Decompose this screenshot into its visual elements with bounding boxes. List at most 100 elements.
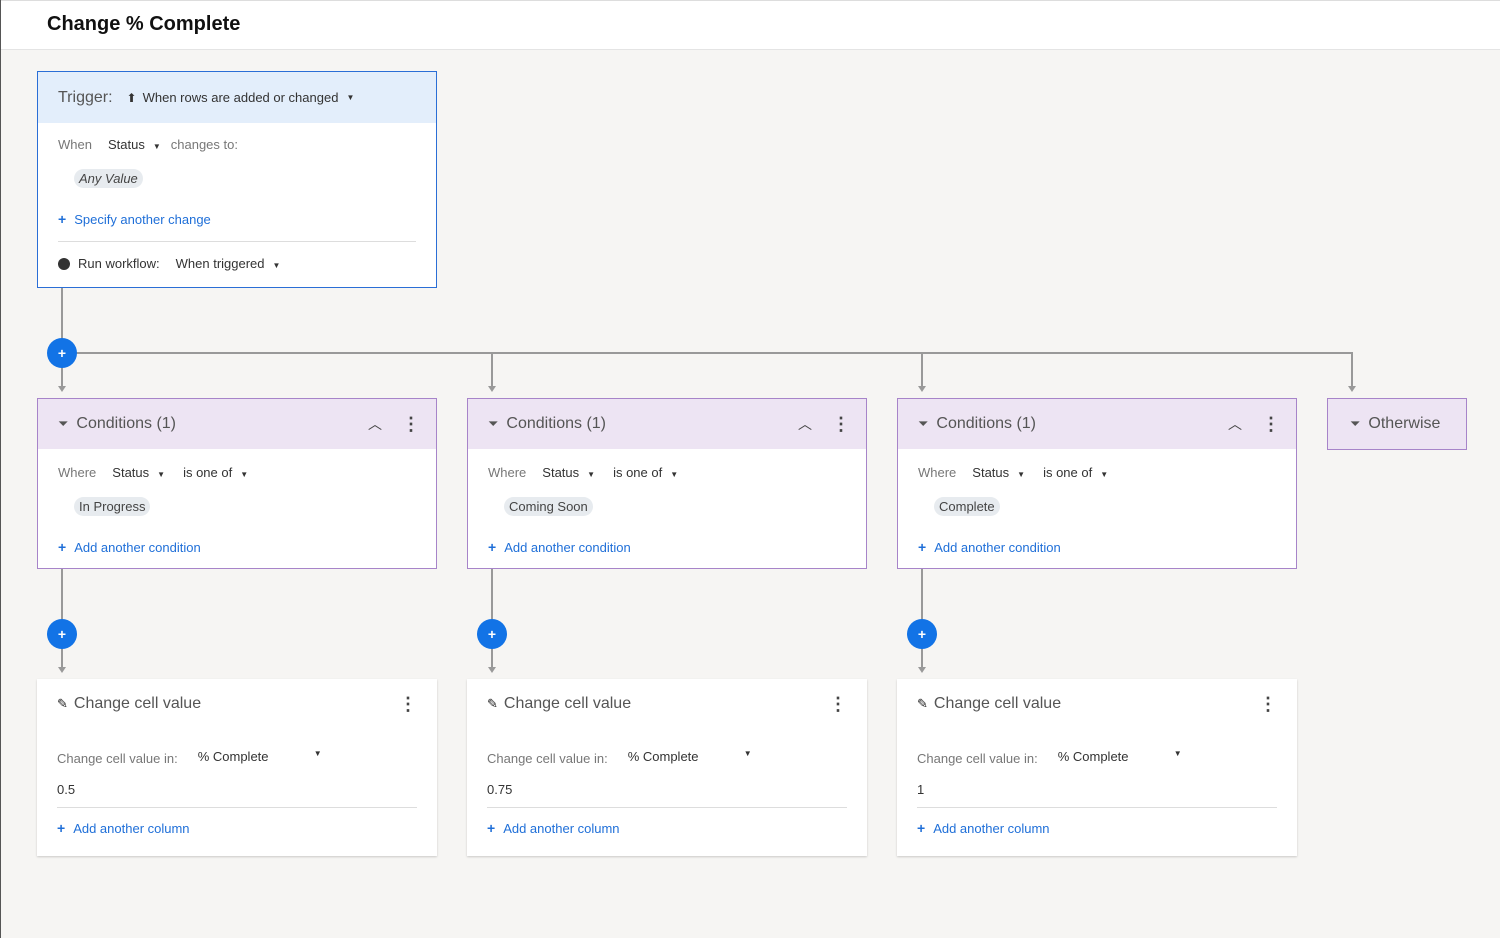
add-condition-link[interactable]: + Add another condition: [58, 539, 201, 555]
more-options-icon[interactable]: ⋮: [1259, 695, 1277, 713]
caret-down-icon: ▼: [346, 93, 355, 102]
value-chip[interactable]: In Progress: [74, 497, 151, 516]
add-column-link[interactable]: + Add another column: [917, 820, 1050, 836]
add-step-button[interactable]: +: [47, 338, 77, 368]
add-step-button[interactable]: +: [47, 619, 77, 649]
page-title: Change % Complete: [47, 13, 241, 35]
add-condition-link[interactable]: + Add another condition: [488, 539, 631, 555]
caret-down-icon: ▼: [743, 749, 752, 758]
change-in-label: Change cell value in:: [57, 751, 178, 766]
operator-dropdown[interactable]: is one of ▼: [1043, 465, 1108, 480]
changes-to-label: changes to:: [170, 137, 238, 152]
change-in-label: Change cell value in:: [917, 751, 1038, 766]
conditions-header: ⏷ Conditions (1) ︿ ⋮: [468, 399, 866, 449]
caret-down-icon: ▼: [152, 142, 161, 151]
plus-icon: +: [57, 820, 66, 836]
value-chip[interactable]: Complete: [934, 497, 1000, 516]
filter-icon: ⏷: [58, 416, 69, 431]
connector-line: [1351, 352, 1353, 388]
conditions-header: ⏷ Conditions (1) ︿ ⋮: [38, 399, 436, 449]
column-value: % Complete: [197, 749, 269, 764]
caret-down-icon: ▼: [1017, 470, 1026, 479]
divider: [58, 241, 416, 242]
action-title: Change cell value: [933, 695, 1062, 712]
connector-line: [491, 352, 493, 388]
rows-changed-icon: ⬆: [126, 90, 137, 105]
divider: [57, 807, 417, 808]
more-options-icon[interactable]: ⋮: [399, 695, 417, 713]
arrow-down-icon: [918, 386, 926, 392]
collapse-icon[interactable]: ︿: [798, 414, 812, 434]
field-dropdown[interactable]: Status ▼: [108, 137, 161, 152]
conditions-title: Conditions (1): [936, 415, 1037, 432]
column-dropdown[interactable]: % Complete ▼: [1058, 749, 1182, 764]
change-cell-card: ✎ Change cell value ⋮ Change cell value …: [37, 679, 437, 856]
column-value: % Complete: [1057, 749, 1129, 764]
specify-change-link[interactable]: + Specify another change: [58, 211, 211, 227]
conditions-card: ⏷ Conditions (1) ︿ ⋮ Where Status ▼ is one…: [897, 398, 1297, 569]
run-workflow-value: When triggered: [175, 256, 265, 271]
conditions-header: ⏷ Conditions (1) ︿ ⋮: [898, 399, 1296, 449]
caret-down-icon: ▼: [587, 470, 596, 479]
collapse-icon[interactable]: ︿: [368, 414, 382, 434]
plus-icon: +: [488, 539, 497, 555]
conditions-title: Conditions (1): [76, 415, 177, 432]
collapse-icon[interactable]: ︿: [1228, 414, 1242, 434]
more-options-icon[interactable]: ⋮: [1262, 415, 1280, 433]
column-value: % Complete: [627, 749, 699, 764]
trigger-type-dropdown[interactable]: ⬆ When rows are added or changed ▼: [127, 90, 355, 105]
add-step-button[interactable]: +: [907, 619, 937, 649]
add-column-label: Add another column: [503, 820, 620, 836]
pencil-icon: ✎: [917, 696, 928, 711]
arrow-down-icon: [58, 386, 66, 392]
page-header: Change % Complete: [1, 0, 1500, 50]
add-column-link[interactable]: + Add another column: [57, 820, 190, 836]
where-label: Where: [58, 465, 97, 480]
trigger-card: Trigger: ⬆ When rows are added or change…: [37, 71, 437, 288]
action-title: Change cell value: [73, 695, 202, 712]
operator-value: is one of: [1043, 465, 1093, 480]
operator-dropdown[interactable]: is one of ▼: [613, 465, 678, 480]
field-value: Status: [542, 465, 580, 480]
filter-icon: ⏷: [918, 416, 929, 431]
add-column-label: Add another column: [933, 820, 1050, 836]
add-step-button[interactable]: +: [477, 619, 507, 649]
cell-value-input[interactable]: 1: [917, 782, 924, 797]
arrow-down-icon: [488, 667, 496, 673]
field-dropdown[interactable]: Status ▼: [972, 465, 1025, 480]
more-options-icon[interactable]: ⋮: [829, 695, 847, 713]
trigger-label: Trigger:: [58, 88, 113, 106]
more-options-icon[interactable]: ⋮: [832, 415, 850, 433]
operator-dropdown[interactable]: is one of ▼: [183, 465, 248, 480]
plus-icon: +: [58, 539, 67, 555]
field-dropdown[interactable]: Status ▼: [542, 465, 595, 480]
add-condition-link[interactable]: + Add another condition: [918, 539, 1061, 555]
pencil-icon: ✎: [57, 696, 68, 711]
field-dropdown[interactable]: Status ▼: [112, 465, 165, 480]
operator-value: is one of: [613, 465, 663, 480]
column-dropdown[interactable]: % Complete ▼: [198, 749, 322, 764]
value-chip[interactable]: Any Value: [74, 169, 143, 188]
caret-down-icon: ▼: [670, 470, 679, 479]
when-label: When: [58, 137, 92, 152]
caret-down-icon: ▼: [272, 261, 281, 270]
add-column-link[interactable]: + Add another column: [487, 820, 620, 836]
change-cell-card: ✎ Change cell value ⋮ Change cell value …: [897, 679, 1297, 856]
otherwise-card[interactable]: ⏷ Otherwise: [1327, 398, 1467, 450]
conditions-card: ⏷ Conditions (1) ︿ ⋮ Where Status ▼ is one…: [467, 398, 867, 569]
cell-value-input[interactable]: 0.5: [57, 782, 75, 797]
field-value: Status: [112, 465, 150, 480]
pencil-icon: ✎: [487, 696, 498, 711]
conditions-title: Conditions (1): [506, 415, 607, 432]
plus-icon: +: [917, 820, 926, 836]
run-workflow-dropdown[interactable]: When triggered ▼: [176, 256, 281, 271]
otherwise-label: Otherwise: [1368, 415, 1441, 432]
value-chip[interactable]: Coming Soon: [504, 497, 593, 516]
trigger-type-value: When rows are added or changed: [142, 90, 339, 105]
more-options-icon[interactable]: ⋮: [402, 415, 420, 433]
cell-value-input[interactable]: 0.75: [487, 782, 512, 797]
connector-line: [921, 352, 923, 388]
field-value: Status: [972, 465, 1010, 480]
column-dropdown[interactable]: % Complete ▼: [628, 749, 752, 764]
arrow-down-icon: [488, 386, 496, 392]
